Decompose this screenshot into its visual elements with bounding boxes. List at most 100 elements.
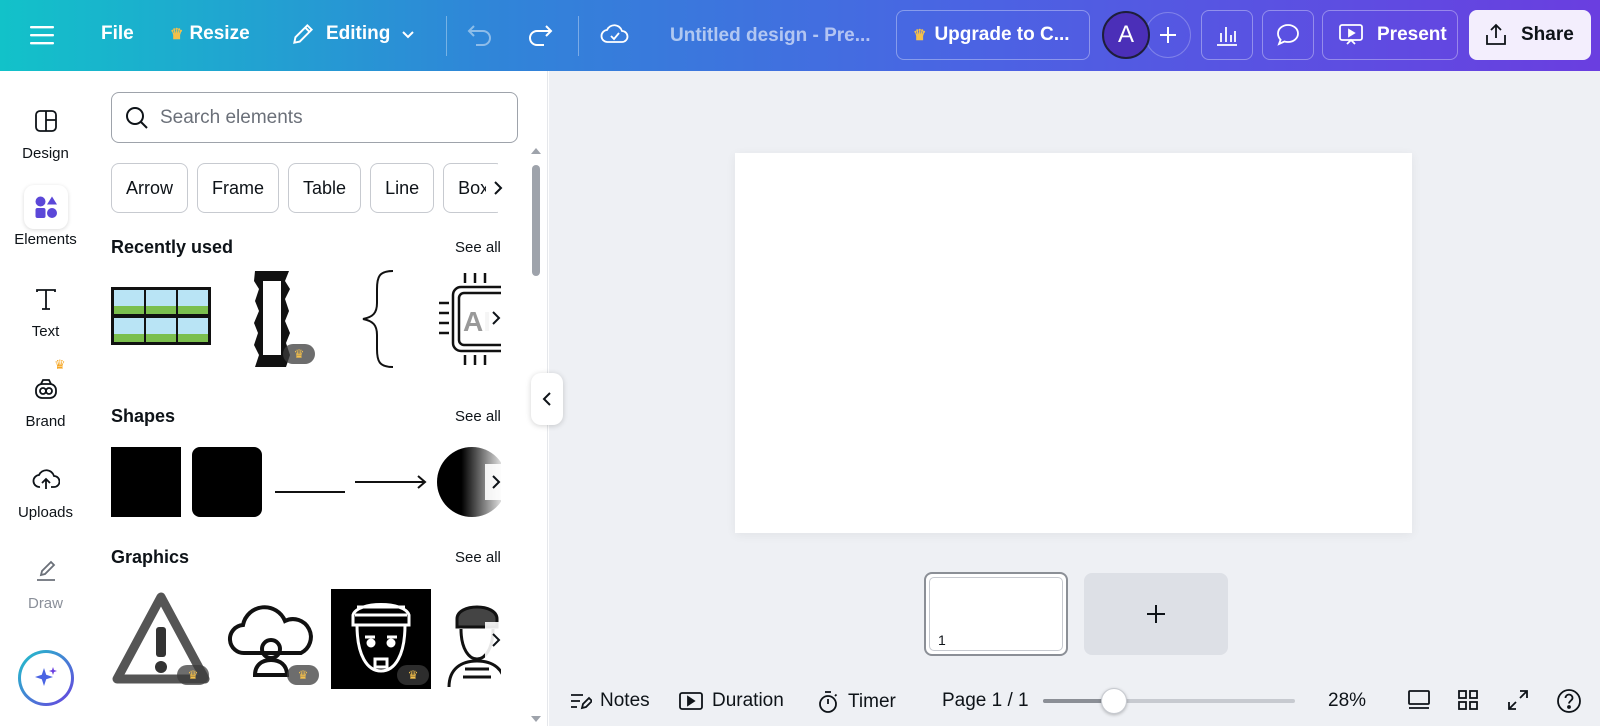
graphics-scroll-right-button[interactable] [485,622,507,658]
add-collaborator-button[interactable] [1145,12,1191,58]
editing-label: Editing [326,23,391,44]
design-icon [24,99,68,143]
search-icon [126,106,148,129]
graphics-row: ♛ ♛ ♛ [111,589,501,691]
top-toolbar: File ♛ Resize Editing Untitled design - … [0,0,1600,71]
stopwatch-icon [819,691,838,713]
square-shape[interactable] [111,447,181,517]
plus-icon [1147,605,1165,623]
upgrade-label: Upgrade to C... [934,24,1070,45]
rail-item-design[interactable]: Design [0,99,91,162]
pro-badge: ♛ [397,665,429,685]
magic-assistant-button[interactable] [18,650,74,706]
man-face-graphic[interactable]: ♛ [331,589,431,689]
pencil-icon [293,23,314,44]
rail-label: Text [31,323,60,340]
chip-table[interactable]: Table [288,163,362,213]
shapes-scroll-right-button[interactable] [485,464,507,500]
insights-button[interactable] [1201,10,1253,60]
elements-panel: ArrowFrameTableLineBox Recently used See… [91,71,548,726]
photo-grid-element[interactable] [111,287,211,350]
bar-chart-icon [1217,27,1237,46]
menu-icon[interactable] [30,22,60,48]
rail-item-elements[interactable]: Elements [0,185,91,248]
notes-icon [571,694,592,710]
warning-sign-graphic[interactable]: ♛ [111,589,211,691]
share-button[interactable]: Share [1469,10,1591,60]
chevron-down-icon [402,31,415,39]
chip-line[interactable]: Line [370,163,435,213]
timer-button[interactable]: Timer [816,690,896,714]
recently-used-see-all-link[interactable]: See all [455,239,501,256]
chevron-left-icon [542,392,551,406]
redo-icon[interactable] [526,22,554,46]
editing-mode-dropdown[interactable]: Editing [290,21,416,47]
avatar[interactable]: A [1102,11,1150,59]
fullscreen-icon[interactable] [1506,688,1530,717]
grid-view-icon[interactable] [1456,688,1480,717]
curly-brace-element[interactable] [357,269,397,371]
rail-item-uploads[interactable]: Uploads [0,458,91,521]
duration-button[interactable]: Duration [678,690,784,712]
line-shape[interactable] [275,481,345,499]
present-button[interactable]: Present [1322,10,1458,60]
zoom-slider-handle[interactable] [1101,688,1127,714]
comment-icon [1277,24,1299,46]
pro-badge: ♛ [283,344,315,364]
add-page-button[interactable] [1084,573,1228,655]
chips-scroll-right-button[interactable] [486,171,510,205]
chip-frame[interactable]: Frame [197,163,280,213]
rail-label: Brand [25,413,66,430]
shapes-see-all-link[interactable]: See all [455,408,501,425]
chip-arrow[interactable]: Arrow [111,163,189,213]
page-indicator[interactable]: Page 1 / 1 [942,690,1029,712]
elements-icon [23,185,68,229]
cloud-saved-icon[interactable] [600,22,630,46]
scroll-down-arrow-icon [531,716,541,722]
cloud-user-graphic[interactable]: ♛ [221,589,321,691]
play-box-icon [679,692,703,710]
rail-item-brand[interactable]: Brand [0,367,91,430]
rail-label: Uploads [17,504,74,521]
rail-label: Draw [27,595,63,612]
recently-used-scroll-right-button[interactable] [485,300,507,336]
notes-button[interactable]: Notes [568,690,650,712]
page-thumbnail-number: 1 [938,632,946,648]
rail-item-text[interactable]: Text [0,277,91,340]
present-label: Present [1377,24,1447,45]
recently-used-title: Recently used [111,237,234,257]
rail-label: Design [22,145,69,162]
pro-badge: ♛ [177,665,209,685]
search-input[interactable] [160,106,500,129]
graphics-see-all-link[interactable]: See all [455,549,501,566]
page-view-icon[interactable] [1406,688,1432,717]
comments-button[interactable] [1262,10,1314,60]
panel-scroll-thumb[interactable] [532,165,540,276]
resize-button[interactable]: ♛ Resize [170,23,250,45]
duration-label: Duration [712,690,784,711]
upgrade-button[interactable]: ♛ Upgrade to C... [896,10,1090,60]
arrow-line-shape[interactable] [355,475,427,494]
collapse-panel-button[interactable] [531,373,563,425]
crown-icon: ♛ [913,27,927,44]
chevron-right-icon [492,311,501,325]
undo-icon[interactable] [466,22,494,46]
design-page-canvas[interactable] [735,153,1412,533]
cloud-upload-icon [24,458,68,502]
rounded-square-shape[interactable] [192,447,262,517]
file-menu-button[interactable]: File [101,23,134,45]
torn-frame-element[interactable]: ♛ [249,269,315,371]
zoom-level[interactable]: 28% [1328,690,1366,712]
plus-icon [1160,27,1176,43]
rail-label: Elements [14,231,77,248]
share-label: Share [1521,24,1574,45]
document-title[interactable]: Untitled design - Pre... [670,25,871,47]
toolbar-divider [446,16,447,56]
help-icon[interactable] [1556,688,1582,719]
shapes-title: Shapes [111,406,176,426]
rail-item-draw[interactable]: Draw [0,549,91,612]
chevron-right-icon [494,181,503,195]
page-thumbnail[interactable]: 1 [924,572,1068,656]
zoom-slider[interactable] [1043,699,1295,703]
search-box[interactable] [111,92,518,143]
